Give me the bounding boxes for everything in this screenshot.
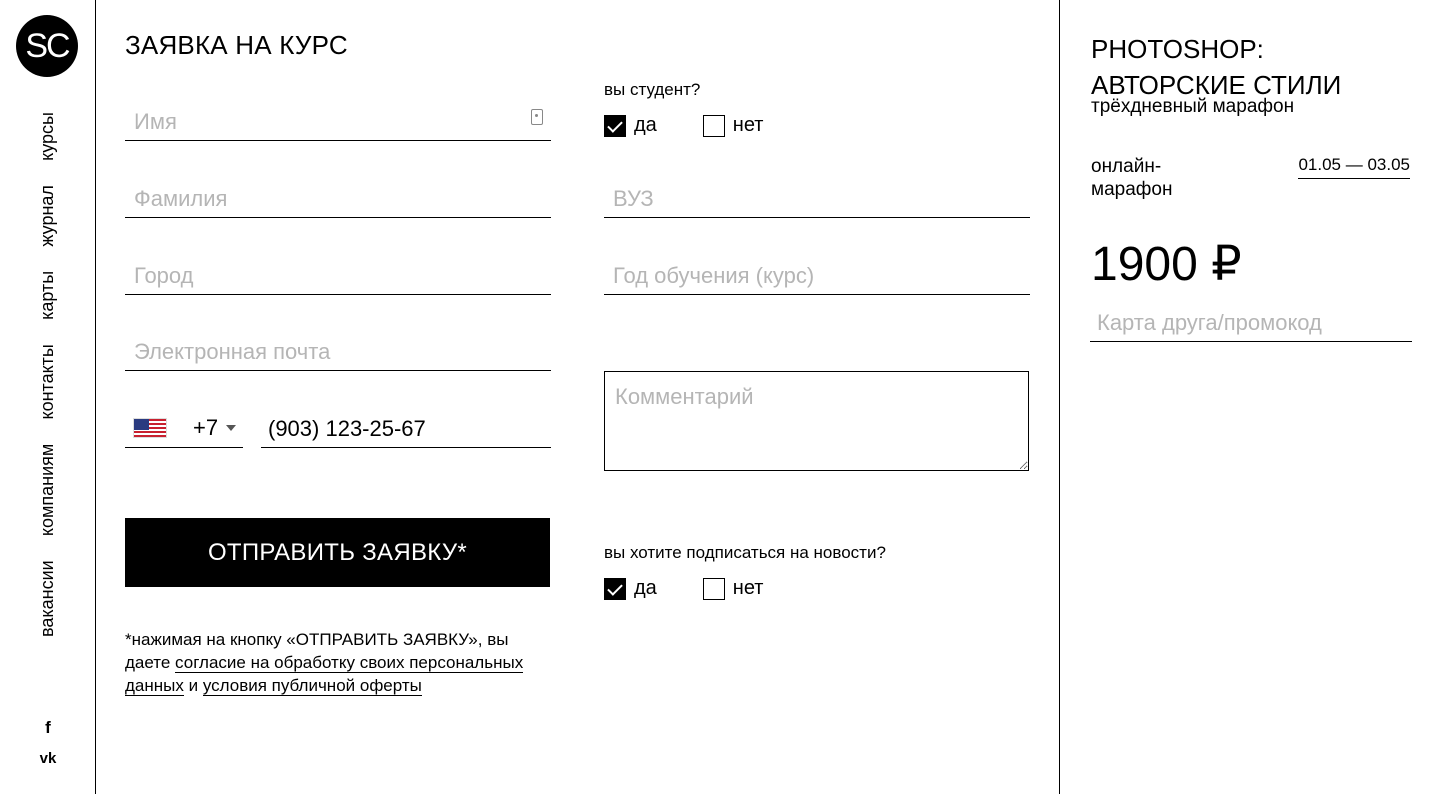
promo-field — [1090, 302, 1412, 342]
newsletter-yes-label: да — [634, 577, 657, 599]
phone-country-code: +7 — [193, 414, 219, 440]
nav-item-contacts[interactable]: контакты — [34, 344, 60, 419]
newsletter-yes-option[interactable]: да — [604, 577, 657, 600]
student-options: да нет — [604, 114, 809, 137]
university-input[interactable] — [604, 186, 1030, 217]
study-year-input[interactable] — [604, 263, 1030, 294]
course-title-line1: PHOTOSHOP: — [1091, 34, 1264, 64]
newsletter-no-option[interactable]: нет — [702, 577, 764, 600]
public-offer-link[interactable]: условия публичной оферты — [202, 676, 422, 696]
application-form: ЗАЯВКА НА КУРС +7 вы студент? да — [97, 0, 1059, 794]
newsletter-options: да нет — [604, 577, 809, 600]
phone-field — [261, 408, 551, 448]
course-format-line2: марафон — [1091, 179, 1173, 200]
newsletter-no-label: нет — [732, 577, 764, 599]
promo-input[interactable] — [1090, 310, 1412, 341]
facebook-icon[interactable]: f — [0, 718, 96, 738]
course-price: 1900 ₽ — [1091, 238, 1242, 291]
nav-item-journal[interactable]: журнал — [34, 185, 60, 247]
us-flag-icon — [133, 417, 167, 438]
study-year-field — [604, 255, 1030, 295]
course-title: PHOTOSHOP: АВТОРСКИЕ СТИЛИ — [1091, 31, 1341, 103]
nav-item-courses[interactable]: курсы — [34, 112, 60, 161]
phone-input[interactable] — [261, 416, 551, 447]
sidebar: SC курсы журнал карты контакты компаниям… — [0, 0, 96, 794]
caret-down-icon — [226, 424, 237, 431]
course-subtitle: трёхдневный марафон — [1091, 96, 1295, 117]
student-yes-checkbox[interactable] — [604, 114, 626, 137]
student-yes-label: да — [634, 114, 657, 136]
student-no-label: нет — [732, 114, 764, 136]
course-dates: 01.05 — 03.05 — [1298, 155, 1410, 179]
logo[interactable]: SC — [16, 15, 78, 77]
university-field — [604, 178, 1030, 218]
consent-middle: и — [183, 676, 203, 695]
nav-item-cards[interactable]: карты — [34, 271, 60, 320]
name-input[interactable] — [125, 109, 551, 140]
contact-card-icon[interactable] — [531, 109, 543, 125]
consent-text: *нажимая на кнопку «ОТПРАВИТЬ ЗАЯВКУ», в… — [125, 628, 555, 697]
email-field — [125, 331, 551, 371]
student-question: вы студент? — [604, 80, 701, 99]
student-no-checkbox[interactable] — [702, 114, 725, 137]
surname-input[interactable] — [125, 186, 551, 217]
course-format: онлайн- марафон — [1091, 155, 1172, 201]
vk-icon[interactable]: vk — [0, 750, 96, 767]
newsletter-question: вы хотите подписаться на новости? — [604, 543, 886, 562]
student-yes-option[interactable]: да — [604, 114, 657, 137]
course-summary-panel: PHOTOSHOP: АВТОРСКИЕ СТИЛИ трёхдневный м… — [1059, 0, 1438, 794]
surname-field — [125, 178, 551, 218]
newsletter-no-checkbox[interactable] — [702, 577, 725, 600]
form-title: ЗАЯВКА НА КУРС — [125, 30, 348, 60]
email-input[interactable] — [125, 339, 551, 370]
submit-button[interactable]: ОТПРАВИТЬ ЗАЯВКУ* — [125, 518, 550, 587]
city-input[interactable] — [125, 263, 551, 294]
name-field — [125, 101, 551, 141]
nav-item-companies[interactable]: компаниям — [34, 444, 60, 536]
phone-country-select[interactable]: +7 — [125, 408, 243, 448]
course-format-line1: онлайн- — [1091, 156, 1162, 177]
nav-item-vacancies[interactable]: вакансии — [34, 560, 60, 637]
student-no-option[interactable]: нет — [702, 114, 764, 137]
application-page: SC курсы журнал карты контакты компаниям… — [0, 0, 1438, 794]
vertical-nav: курсы журнал карты контакты компаниям ва… — [34, 112, 60, 637]
city-field — [125, 255, 551, 295]
comment-textarea[interactable] — [604, 371, 1029, 471]
newsletter-yes-checkbox[interactable] — [604, 577, 626, 600]
